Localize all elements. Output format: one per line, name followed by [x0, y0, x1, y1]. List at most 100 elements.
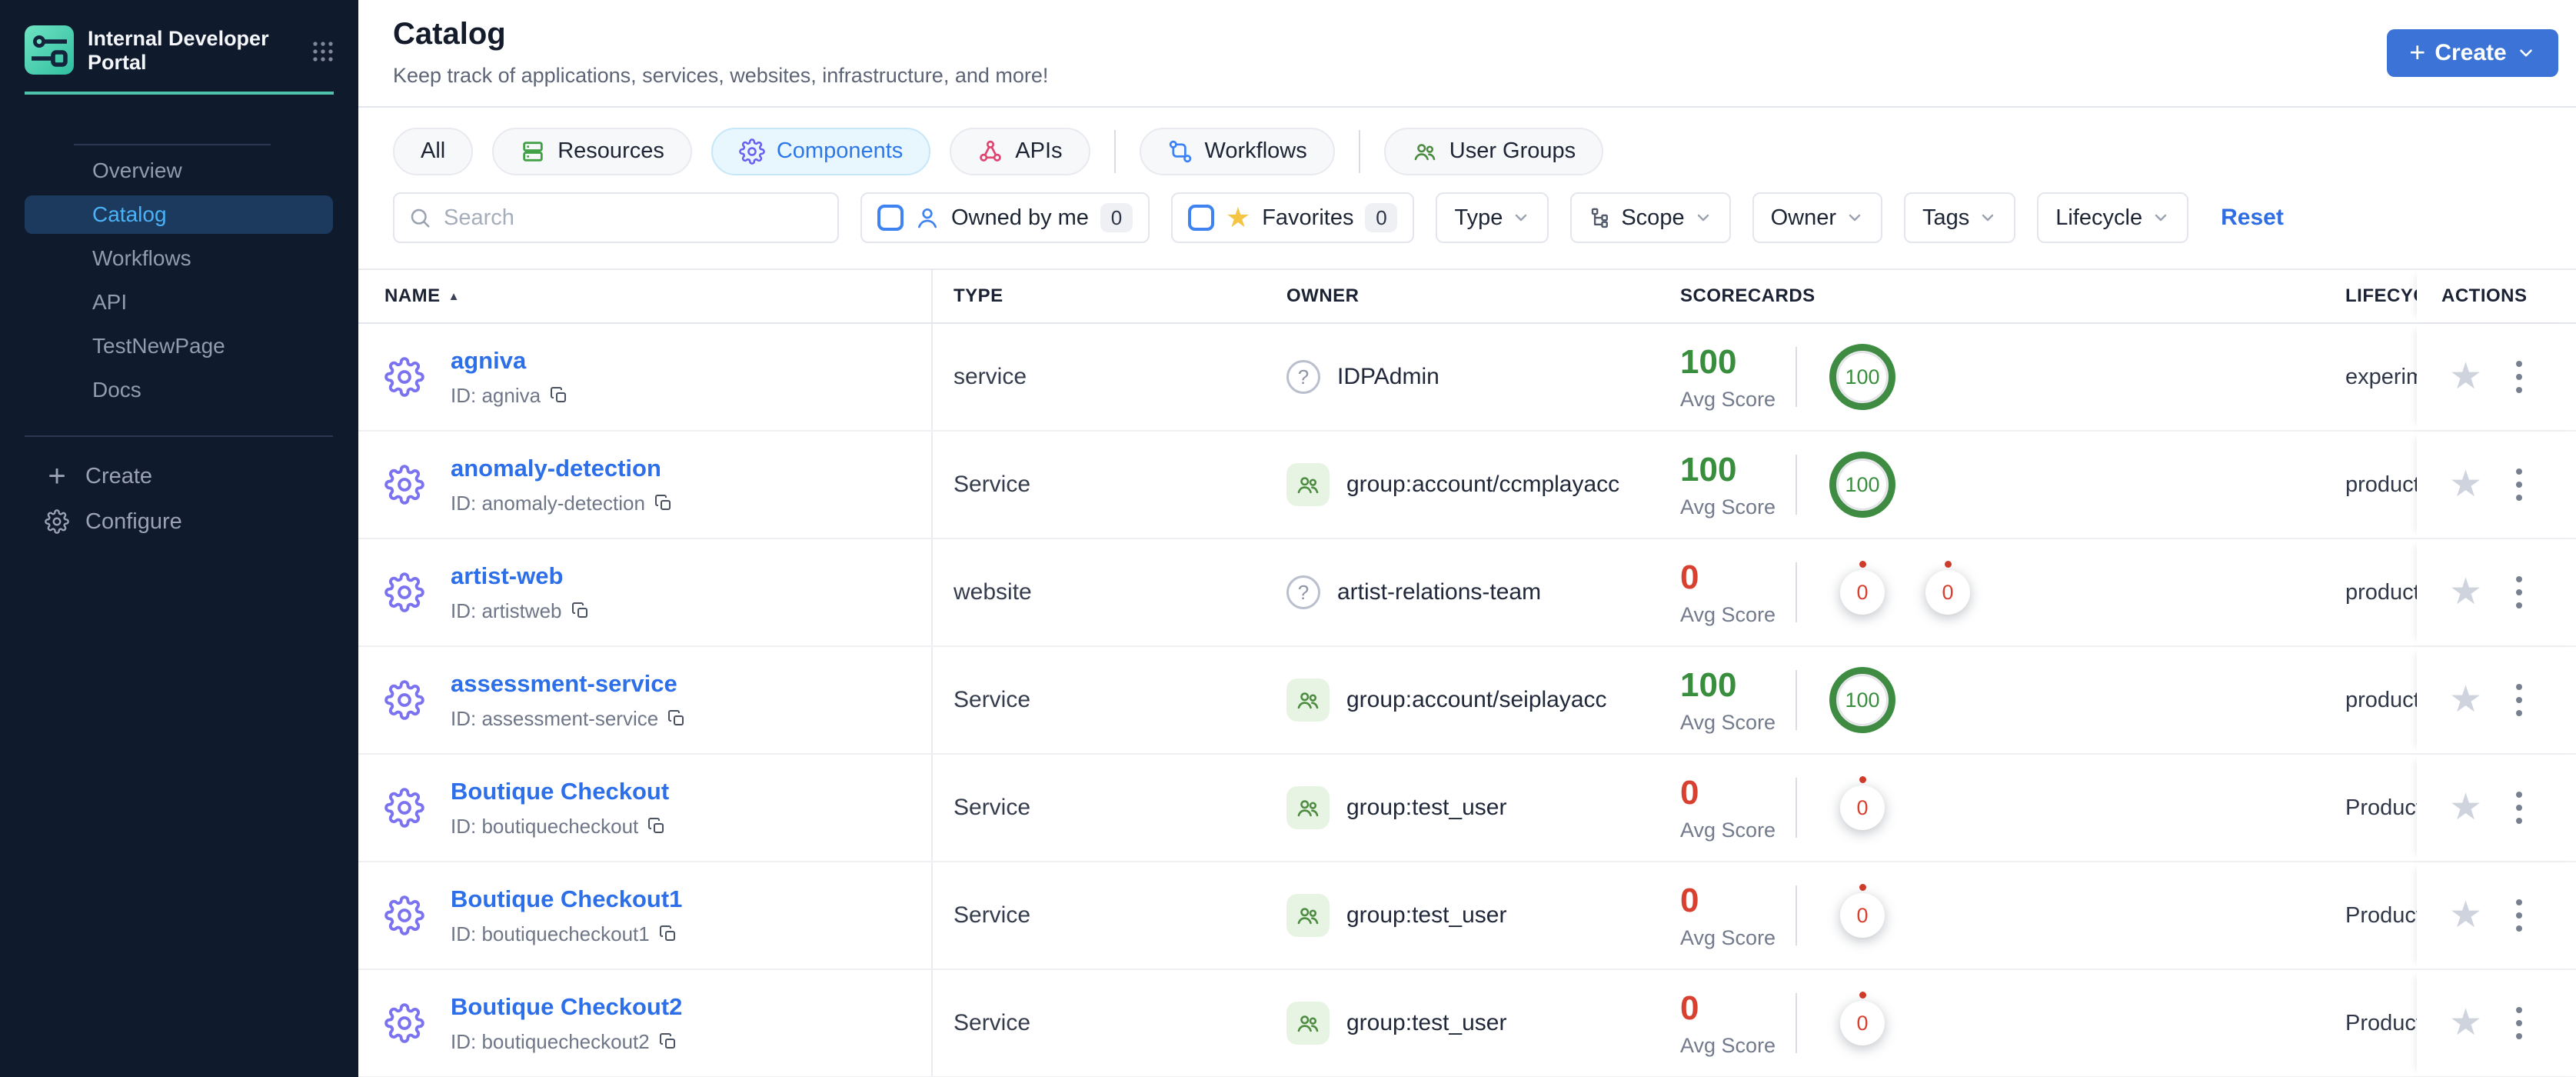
create-button[interactable]: Create	[2387, 29, 2558, 77]
component-name-link[interactable]: anomaly-detection	[451, 455, 673, 482]
scorecard-badge[interactable]: 0	[1829, 559, 1895, 625]
favorite-star-icon[interactable]	[2449, 466, 2482, 503]
component-name-link[interactable]: artist-web	[451, 562, 590, 590]
sidebar-item-docs[interactable]: Docs	[25, 371, 333, 409]
score-divider	[1796, 455, 1797, 515]
catalog-table: NAME TYPE OWNER SCORECARDS LIFECYCLE ACT…	[358, 268, 2576, 1077]
lifecycle-value: experimental	[2345, 364, 2417, 389]
favorites-filter[interactable]: Favorites 0	[1170, 192, 1415, 243]
tab-all[interactable]: All	[393, 127, 474, 175]
row-menu-kebab-icon[interactable]	[2513, 358, 2525, 396]
column-header-scorecards[interactable]: SCORECARDS	[1680, 285, 1816, 307]
avg-score-value: 100	[1680, 665, 1737, 704]
component-gear-icon	[384, 680, 424, 720]
avg-score-label: Avg Score	[1680, 1033, 1776, 1057]
type-dropdown-label: Type	[1454, 205, 1503, 230]
favorite-star-icon[interactable]	[2449, 789, 2482, 826]
type-dropdown[interactable]: Type	[1436, 192, 1549, 243]
sidebar-configure-button[interactable]: Configure	[0, 502, 358, 541]
scorecard-badge[interactable]: 0	[1829, 882, 1895, 949]
sidebar-item-overview[interactable]: Overview	[25, 152, 333, 190]
scope-dropdown[interactable]: Scope	[1570, 192, 1731, 243]
favorite-star-icon[interactable]	[2449, 682, 2482, 719]
reset-filters-link[interactable]: Reset	[2221, 205, 2284, 231]
component-name-link[interactable]: Boutique Checkout2	[451, 993, 682, 1021]
owned-by-me-checkbox[interactable]	[877, 205, 904, 231]
table-row: Boutique Checkout ID: boutiquecheckout S…	[358, 755, 2576, 862]
copy-icon[interactable]	[654, 494, 673, 512]
copy-icon[interactable]	[647, 817, 666, 835]
favorite-star-icon[interactable]	[2449, 574, 2482, 611]
scorecard-badge[interactable]: 0	[1829, 775, 1895, 841]
score-divider	[1796, 993, 1797, 1053]
app-window: Internal Developer Portal Overview Catal…	[0, 0, 2576, 1077]
component-id: ID: assessment-service	[451, 706, 659, 730]
tags-dropdown[interactable]: Tags	[1904, 192, 2016, 243]
chevron-down-icon	[2516, 43, 2536, 63]
search-input[interactable]	[444, 205, 813, 231]
server-icon	[520, 138, 546, 165]
column-header-type[interactable]: TYPE	[954, 285, 1003, 307]
owner-name: artist-relations-team	[1337, 579, 1542, 605]
sidebar-item-workflows[interactable]: Workflows	[25, 239, 333, 278]
component-name-link[interactable]: Boutique Checkout1	[451, 885, 682, 913]
tab-resources[interactable]: Resources	[492, 127, 692, 175]
row-menu-kebab-icon[interactable]	[2513, 573, 2525, 612]
component-name-link[interactable]: Boutique Checkout	[451, 778, 669, 805]
sidebar-item-testnewpage[interactable]: TestNewPage	[25, 327, 333, 365]
tab-workflows[interactable]: Workflows	[1139, 127, 1335, 175]
copy-icon[interactable]	[659, 1032, 677, 1051]
tab-apis[interactable]: APIs	[950, 127, 1090, 175]
owned-by-me-filter[interactable]: Owned by me 0	[860, 192, 1150, 243]
group-owner-icon	[1286, 894, 1330, 937]
favorite-star-icon[interactable]	[2449, 897, 2482, 934]
row-menu-kebab-icon[interactable]	[2513, 789, 2525, 827]
sidebar-item-catalog[interactable]: Catalog	[25, 195, 333, 234]
scorecard-badge[interactable]: 100	[1829, 452, 1895, 518]
copy-icon[interactable]	[550, 386, 568, 405]
scorecard-badge[interactable]: 100	[1829, 667, 1895, 733]
column-header-name-label: NAME	[384, 285, 441, 306]
gear-icon	[739, 138, 765, 165]
brand: Internal Developer Portal	[0, 0, 358, 75]
column-header-name[interactable]: NAME	[384, 285, 460, 307]
tab-all-label: All	[421, 138, 446, 163]
sidebar-nav: Overview Catalog Workflows API TestNewPa…	[0, 152, 358, 409]
search-box	[393, 192, 839, 243]
brand-title: Internal Developer Portal	[88, 27, 269, 74]
row-menu-kebab-icon[interactable]	[2513, 465, 2525, 504]
component-name-link[interactable]: agniva	[451, 347, 568, 375]
lifecycle-dropdown[interactable]: Lifecycle	[2037, 192, 2189, 243]
tab-user-groups-label: User Groups	[1449, 138, 1576, 163]
lifecycle-value: production	[2345, 472, 2417, 497]
gear-icon	[44, 508, 70, 535]
scorecard-badge[interactable]: 0	[1915, 559, 1981, 625]
favorites-label: Favorites	[1262, 205, 1354, 230]
favorite-star-icon[interactable]	[2449, 358, 2482, 395]
component-type: Service	[954, 472, 1031, 497]
sidebar-create-button[interactable]: Create	[0, 457, 358, 495]
row-menu-kebab-icon[interactable]	[2513, 896, 2525, 935]
scorecard-badge[interactable]: 100	[1829, 344, 1895, 410]
copy-icon[interactable]	[659, 925, 677, 943]
owner-dropdown[interactable]: Owner	[1752, 192, 1882, 243]
app-grid-icon[interactable]	[311, 39, 335, 64]
copy-icon[interactable]	[571, 602, 590, 620]
column-header-owner[interactable]: OWNER	[1286, 285, 1360, 307]
column-header-lifecycle[interactable]: LIFECYCLE	[2345, 285, 2417, 307]
favorite-star-icon[interactable]	[2449, 1005, 2482, 1042]
owner-name: group:test_user	[1346, 902, 1507, 928]
copy-icon[interactable]	[667, 709, 686, 728]
tab-user-groups[interactable]: User Groups	[1383, 127, 1604, 175]
row-menu-kebab-icon[interactable]	[2513, 681, 2525, 719]
component-name-link[interactable]: assessment-service	[451, 670, 686, 698]
scorecard-badge[interactable]: 0	[1829, 990, 1895, 1056]
component-id: ID: boutiquecheckout1	[451, 922, 650, 945]
tab-components[interactable]: Components	[711, 127, 931, 175]
favorites-checkbox[interactable]	[1187, 205, 1214, 231]
person-icon	[915, 205, 940, 230]
row-menu-kebab-icon[interactable]	[2513, 1004, 2525, 1042]
avg-score-label: Avg Score	[1680, 925, 1776, 949]
lifecycle-value: Production	[2345, 795, 2417, 820]
sidebar-item-api[interactable]: API	[25, 283, 333, 322]
